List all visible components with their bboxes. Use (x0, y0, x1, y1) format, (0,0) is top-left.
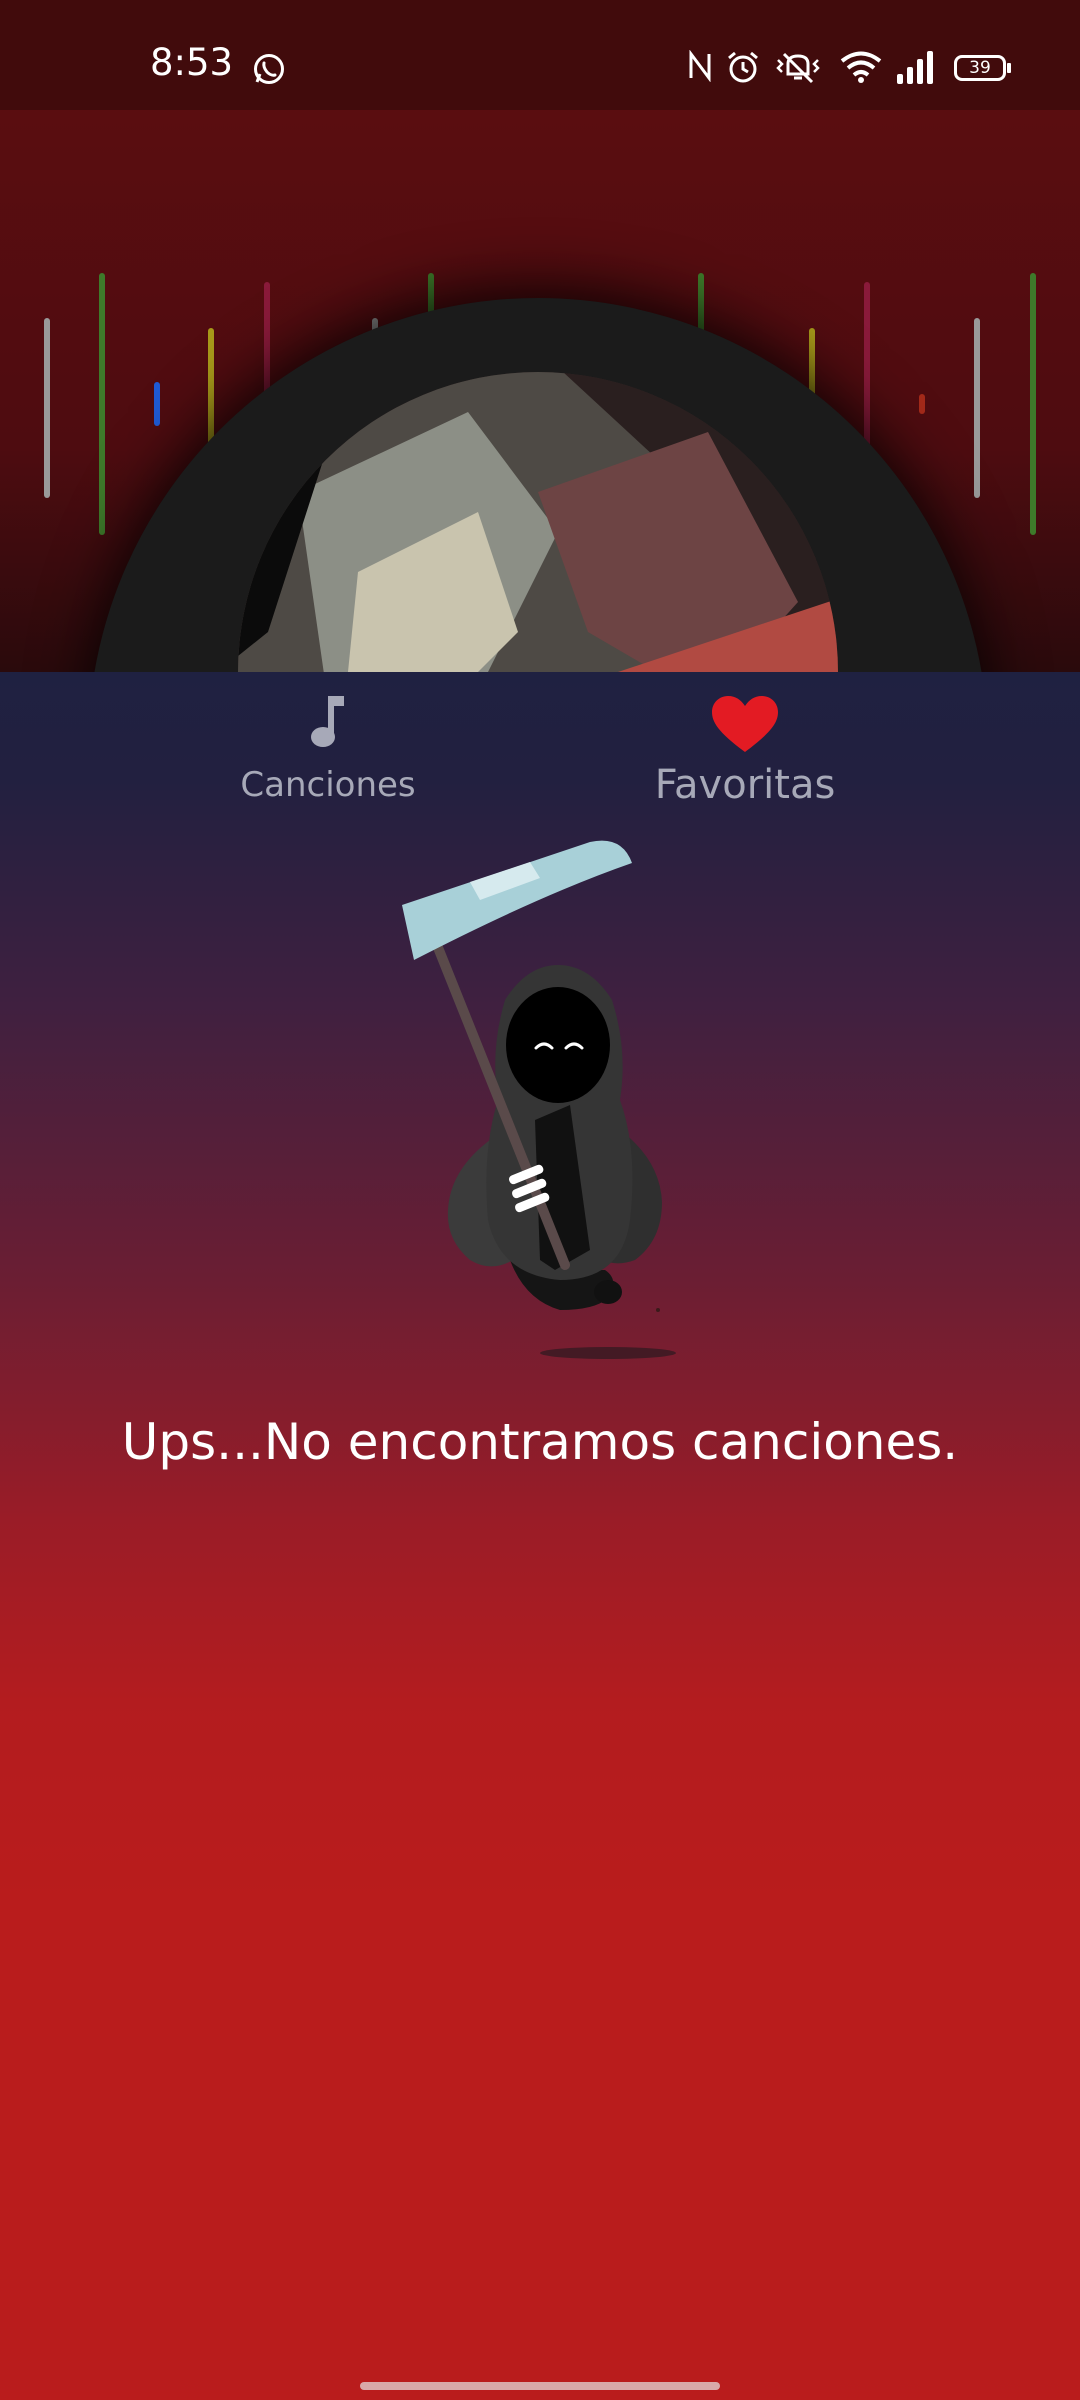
home-indicator[interactable] (360, 2382, 720, 2390)
tab-bar: Canciones Favoritas (0, 672, 1080, 812)
tab-favoritas[interactable]: Favoritas (565, 672, 925, 812)
equalizer-bar (99, 273, 105, 535)
vibrate-icon (776, 52, 820, 84)
equalizer-bar (974, 318, 980, 498)
heart-icon (712, 696, 778, 752)
battery-cap (1007, 63, 1011, 73)
now-playing-header: OYC (0, 110, 1080, 672)
equalizer-bar (154, 382, 160, 426)
equalizer-bar (1030, 273, 1036, 535)
equalizer-bar (44, 318, 50, 498)
whatsapp-icon (254, 54, 284, 84)
status-time: 8:53 (150, 41, 234, 84)
music-note-icon (311, 696, 344, 747)
nfc-icon (689, 50, 711, 82)
battery-level: 39 (969, 58, 991, 78)
status-bar: 8:53 39 (0, 0, 1080, 110)
signal-icon (897, 51, 933, 84)
grim-reaper-illustration (402, 840, 676, 1359)
battery-icon: 39 (954, 55, 1006, 81)
equalizer-bar (919, 394, 925, 414)
tab-label: Favoritas (654, 762, 836, 808)
tab-label: Canciones (240, 765, 416, 805)
wifi-icon (840, 51, 882, 83)
alarm-icon (728, 51, 758, 83)
tab-canciones[interactable]: Canciones (148, 672, 508, 812)
app-screen: 8:53 39 Canciones Favoritas Ups...No enc… (0, 0, 1080, 2400)
empty-state-message: Ups...No encontramos canciones. (121, 1413, 959, 1471)
